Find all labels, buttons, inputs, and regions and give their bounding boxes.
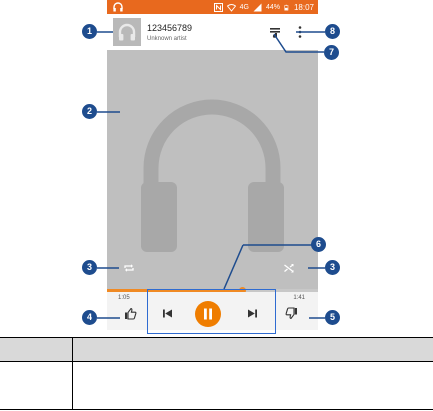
- callout-1: 1: [82, 24, 97, 39]
- callout-3-right: 3: [325, 260, 340, 275]
- callout-2: 2: [82, 104, 97, 119]
- callout-4: 4: [82, 310, 97, 325]
- callout-3-left: 3: [82, 260, 97, 275]
- table-bottom-border: [0, 409, 433, 410]
- callout-leader-lines: [97, 31, 325, 319]
- table-column-divider: [72, 337, 73, 410]
- callout-8: 8: [325, 24, 340, 39]
- callout-5: 5: [325, 310, 340, 325]
- table-header-row: [0, 337, 433, 362]
- callout-6: 6: [311, 237, 326, 252]
- callout-7: 7: [324, 45, 339, 60]
- legend-table: [0, 336, 433, 410]
